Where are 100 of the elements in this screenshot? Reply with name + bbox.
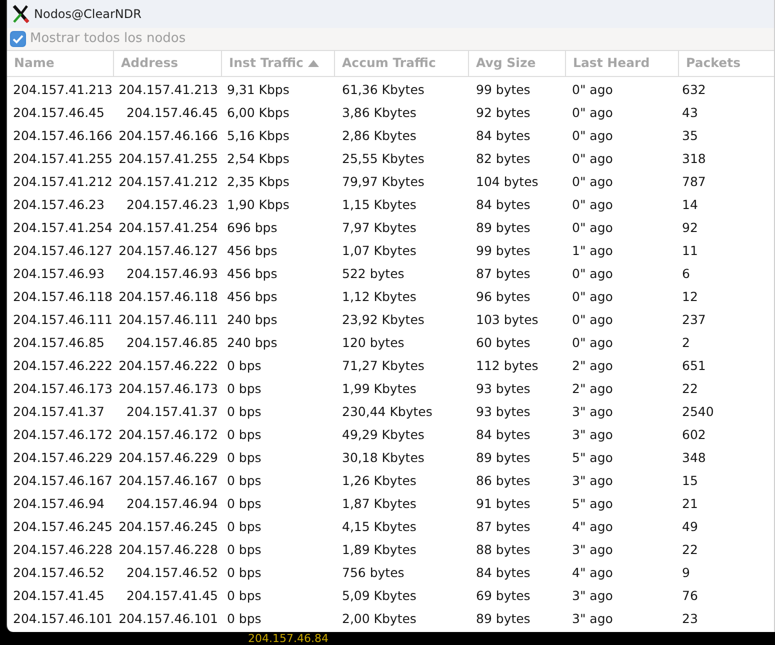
table-cell: 25,55 Kbytes bbox=[342, 150, 424, 166]
table-cell: 2" ago bbox=[572, 380, 613, 396]
table-cell: 0" ago bbox=[572, 82, 613, 98]
table-cell: 204.157.46.166 bbox=[13, 128, 112, 144]
table-cell: 93 bytes bbox=[476, 380, 530, 396]
column-header[interactable]: Avg Size bbox=[469, 51, 566, 76]
table-cell: 204.157.46.23 bbox=[13, 196, 104, 212]
table-cell: 92 bytes bbox=[476, 104, 530, 120]
table-cell: 204.157.46.118 bbox=[118, 288, 218, 304]
table-cell: 1,12 Kbytes bbox=[342, 288, 416, 304]
table-cell: 0" ago bbox=[572, 150, 613, 166]
table-cell: 0 bps bbox=[227, 472, 262, 488]
table-cell: 0 bps bbox=[227, 450, 262, 466]
table-cell: 0" ago bbox=[572, 104, 613, 120]
window-title: Nodos@ClearNDR bbox=[34, 6, 142, 23]
table-cell: 237 bbox=[682, 312, 706, 328]
table-cell: 9 bbox=[682, 564, 690, 580]
column-header[interactable]: Name bbox=[7, 51, 114, 76]
table-cell: 3,86 Kbytes bbox=[342, 104, 416, 120]
table-cell: 204.157.46.166 bbox=[118, 128, 218, 144]
table-cell: 86 bytes bbox=[476, 472, 530, 488]
table-cell: 1,89 Kbytes bbox=[342, 542, 416, 558]
node-label: 204.157.46.84 bbox=[248, 632, 328, 645]
table-cell: 2,86 Kbytes bbox=[342, 128, 416, 144]
table-cell: 22 bbox=[682, 380, 698, 396]
table-cell: 3" ago bbox=[572, 610, 613, 626]
table-cell: 456 bps bbox=[227, 242, 278, 258]
table-cell: 456 bps bbox=[227, 288, 278, 304]
table-cell: 49,29 Kbytes bbox=[342, 426, 424, 442]
table-cell: 7,97 Kbytes bbox=[342, 220, 416, 236]
table-cell: 61,36 Kbytes bbox=[342, 82, 424, 98]
table-cell: 230,44 Kbytes bbox=[342, 404, 432, 420]
table-cell: 204.157.41.255 bbox=[13, 150, 112, 166]
table-cell: 204.157.46.245 bbox=[13, 518, 112, 534]
table-cell: 1" ago bbox=[572, 242, 613, 258]
app-logo-icon bbox=[12, 5, 30, 23]
table-cell: 204.157.41.254 bbox=[118, 220, 218, 236]
table-cell: 6 bbox=[682, 266, 690, 282]
table-cell: 89 bytes bbox=[476, 220, 530, 236]
table-cell: 103 bytes bbox=[476, 312, 538, 328]
table-cell: 71,27 Kbytes bbox=[342, 358, 424, 374]
table-cell: 84 bytes bbox=[476, 426, 530, 442]
table-cell: 204.157.41.45 bbox=[13, 588, 104, 604]
table-cell: 23 bbox=[682, 610, 698, 626]
table-cell: 89 bytes bbox=[476, 450, 530, 466]
table-cell: 348 bbox=[682, 450, 706, 466]
table-cell: 82 bytes bbox=[476, 150, 530, 166]
table-cell: 204.157.46.94 bbox=[126, 496, 218, 512]
table-cell: 11 bbox=[682, 242, 698, 258]
table-cell: 87 bytes bbox=[476, 518, 530, 534]
table-cell: 204.157.46.94 bbox=[13, 496, 104, 512]
table-cell: 204.157.46.85 bbox=[126, 334, 218, 350]
column-header[interactable]: Accum Traffic bbox=[335, 51, 469, 76]
table-cell: 84 bytes bbox=[476, 128, 530, 144]
table-cell: 204.157.41.213 bbox=[118, 82, 218, 98]
column-header[interactable]: Packets bbox=[679, 51, 774, 76]
table-cell: 5,16 Kbps bbox=[227, 128, 290, 144]
table-cell: 240 bps bbox=[227, 312, 278, 328]
table-cell: 1,07 Kbytes bbox=[342, 242, 416, 258]
table-cell: 49 bbox=[682, 518, 698, 534]
table-cell: 2,00 Kbytes bbox=[342, 610, 416, 626]
table-cell: 30,18 Kbytes bbox=[342, 450, 424, 466]
table-cell: 88 bytes bbox=[476, 542, 530, 558]
table-cell: 2540 bbox=[682, 404, 714, 420]
table-cell: 318 bbox=[682, 150, 706, 166]
table-cell: 0" ago bbox=[572, 174, 613, 190]
table-cell: 21 bbox=[682, 496, 698, 512]
table-cell: 0" ago bbox=[572, 312, 613, 328]
table-cell: 602 bbox=[682, 426, 706, 442]
column-header[interactable]: Address bbox=[114, 51, 222, 76]
table-cell: 0" ago bbox=[572, 196, 613, 212]
table-cell: 204.157.46.85 bbox=[13, 334, 104, 350]
table-cell: 0 bps bbox=[227, 496, 262, 512]
checkbox-label[interactable]: Mostrar todos los nodos bbox=[30, 29, 186, 49]
table-cell: 204.157.41.212 bbox=[118, 174, 218, 190]
checkbox[interactable] bbox=[10, 31, 26, 47]
table-cell: 4,15 Kbytes bbox=[342, 518, 416, 534]
column-header[interactable]: Last Heard bbox=[566, 51, 679, 76]
table-cell: 89 bytes bbox=[476, 610, 530, 626]
table-cell: 3" ago bbox=[572, 472, 613, 488]
table-cell: 0 bps bbox=[227, 404, 262, 420]
table-cell: 3" ago bbox=[572, 542, 613, 558]
table-cell: 15 bbox=[682, 472, 698, 488]
table-cell: 204.157.41.255 bbox=[118, 150, 218, 166]
table-cell: 204.157.46.222 bbox=[13, 358, 112, 374]
table-cell: 60 bytes bbox=[476, 334, 530, 350]
column-header[interactable]: Inst Traffic bbox=[222, 51, 335, 76]
table-cell: 204.157.46.118 bbox=[13, 288, 112, 304]
table-cell: 204.157.46.172 bbox=[13, 426, 112, 442]
table-cell: 22 bbox=[682, 542, 698, 558]
table-cell: 204.157.46.127 bbox=[118, 242, 218, 258]
table-cell: 76 bbox=[682, 588, 698, 604]
table-cell: 240 bps bbox=[227, 334, 278, 350]
table-cell: 696 bps bbox=[227, 220, 278, 236]
table-cell: 2,54 Kbps bbox=[227, 150, 290, 166]
table-cell: 204.157.46.52 bbox=[13, 564, 104, 580]
table-cell: 4" ago bbox=[572, 564, 613, 580]
table-cell: 204.157.46.101 bbox=[13, 610, 112, 626]
table-cell: 204.157.46.111 bbox=[13, 312, 112, 328]
table-cell: 787 bbox=[682, 174, 706, 190]
